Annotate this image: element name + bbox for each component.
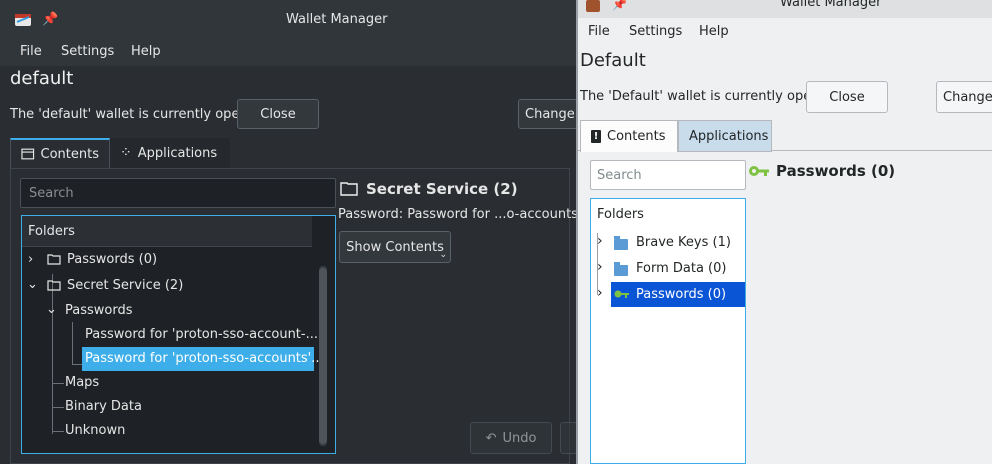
contents-icon: [21, 148, 35, 160]
undo-button[interactable]: ↶ Undo: [470, 422, 552, 454]
tree-guide: [72, 336, 73, 364]
window-title: Wallet Manager: [286, 12, 388, 27]
menu-help[interactable]: Help: [131, 44, 161, 59]
tree-header: Folders: [22, 216, 312, 247]
change-password-button[interactable]: Change: [518, 99, 578, 129]
expand-arrow-icon[interactable]: ›: [28, 252, 33, 267]
collapse-arrow-icon[interactable]: ⌄: [46, 302, 57, 317]
folder-icon: [614, 262, 628, 278]
tree-header-label: Folders: [28, 224, 75, 239]
pin-icon[interactable]: 📌: [612, 0, 627, 11]
tab-applications[interactable]: Applications: [678, 120, 772, 152]
tab-contents[interactable]: ! Contents: [580, 120, 678, 152]
collapse-arrow-icon[interactable]: ⌄: [27, 277, 38, 292]
key-icon: [749, 166, 769, 176]
search-field[interactable]: [20, 178, 336, 208]
tree-scrollbar[interactable]: [319, 266, 327, 446]
tree-guide: [52, 274, 53, 434]
wallet-status: The 'Default' wallet is currently open: [580, 89, 820, 104]
title-bar[interactable]: 📌 Wallet Manager: [578, 0, 992, 18]
detail-title: Passwords (0): [776, 162, 896, 180]
tab-contents-label: Contents: [607, 129, 666, 144]
applications-icon: ⁘: [120, 145, 132, 161]
pin-icon[interactable]: 📌: [42, 12, 58, 27]
key-icon: [614, 290, 629, 298]
tree-item-secret-service[interactable]: Secret Service (2): [67, 278, 183, 293]
detail-text: Password: Password for ...o-accounts' o: [338, 207, 578, 222]
tab-bar: Contents ⁘ Applications: [10, 138, 570, 168]
folder-tree[interactable]: Folders › Passwords (0) ⌄ Secret Service…: [21, 215, 336, 454]
undo-label: Undo: [502, 430, 537, 446]
tree-guide: [52, 383, 64, 384]
menu-file[interactable]: File: [20, 44, 42, 59]
tree-item-passwords: Passwords (0): [636, 287, 727, 302]
folder-icon: [614, 236, 628, 252]
tree-item-entry-2: Password for 'proton-sso-accounts'...: [85, 351, 324, 366]
wallet-name: default: [10, 68, 74, 89]
menu-settings[interactable]: Settings: [629, 24, 682, 39]
detail-title: Secret Service (2): [366, 180, 518, 198]
title-bar[interactable]: 📌 Wallet Manager: [0, 0, 578, 40]
change-password-button[interactable]: Change: [936, 81, 992, 113]
tree-item-passwords-selected[interactable]: Passwords (0): [611, 282, 745, 307]
wallet-name: Default: [580, 50, 646, 71]
tree-item-brave-keys[interactable]: Brave Keys (1): [636, 235, 731, 250]
tab-applications-label: Applications: [689, 128, 769, 144]
wallet-app-icon: [15, 14, 31, 26]
tree-item-form-data[interactable]: Form Data (0): [636, 261, 726, 276]
folder-icon: [47, 280, 61, 291]
show-contents-button[interactable]: Show Contents ⌄: [339, 231, 451, 263]
tab-applications-label: Applications: [137, 145, 218, 161]
tree-item-entry-1[interactable]: Password for 'proton-sso-account-...: [85, 327, 318, 342]
tree-item-binary-data[interactable]: Binary Data: [65, 399, 142, 414]
search-input[interactable]: [591, 161, 745, 189]
undo-icon: ↶: [485, 430, 497, 446]
wallet-status: The 'default' wallet is currently open: [10, 107, 248, 122]
expand-arrow-icon[interactable]: ›: [597, 285, 603, 301]
wallet-app-icon: [586, 0, 600, 12]
tab-contents[interactable]: Contents: [10, 138, 110, 168]
window-title: Wallet Manager: [780, 0, 882, 10]
tree-item-sub-passwords[interactable]: Passwords: [65, 303, 133, 318]
wallet-manager-window-light: 📌 Wallet Manager File Settings Help Defa…: [576, 0, 992, 464]
tree-guide: [72, 364, 82, 365]
expand-arrow-icon[interactable]: ›: [597, 259, 603, 275]
close-wallet-button[interactable]: Close: [806, 81, 888, 113]
tree-header: Folders: [597, 207, 644, 222]
search-input[interactable]: [21, 179, 335, 207]
expand-arrow-icon[interactable]: ›: [597, 233, 603, 249]
menu-file[interactable]: File: [588, 24, 610, 39]
menu-settings[interactable]: Settings: [61, 44, 114, 59]
tab-applications[interactable]: ⁘ Applications: [110, 138, 230, 168]
tree-item-entry-2-selected[interactable]: Password for 'proton-sso-accounts'...: [82, 347, 324, 371]
menu-help[interactable]: Help: [699, 24, 729, 39]
search-field[interactable]: [590, 160, 746, 190]
tree-guide: [52, 407, 64, 408]
tab-contents-label: Contents: [40, 146, 99, 162]
folder-tree[interactable]: Folders › Brave Keys (1) › Form Data (0)…: [590, 198, 746, 464]
tree-guide: [52, 431, 64, 432]
warning-icon: !: [591, 130, 601, 143]
tree-item-passwords[interactable]: Passwords (0): [67, 252, 157, 267]
show-contents-label: Show Contents: [346, 239, 444, 255]
wallet-manager-window-dark: 📌 Wallet Manager File Settings Help defa…: [0, 0, 578, 464]
scrollbar-thumb[interactable]: [319, 268, 327, 444]
tree-item-maps[interactable]: Maps: [65, 375, 99, 390]
close-wallet-button[interactable]: Close: [237, 99, 319, 129]
folder-icon: [47, 254, 61, 265]
dropdown-arrow-icon: ⌄: [439, 250, 447, 260]
menu-bar: File Settings Help: [0, 40, 578, 66]
folder-icon: [340, 182, 358, 196]
tree-item-unknown[interactable]: Unknown: [65, 423, 125, 438]
